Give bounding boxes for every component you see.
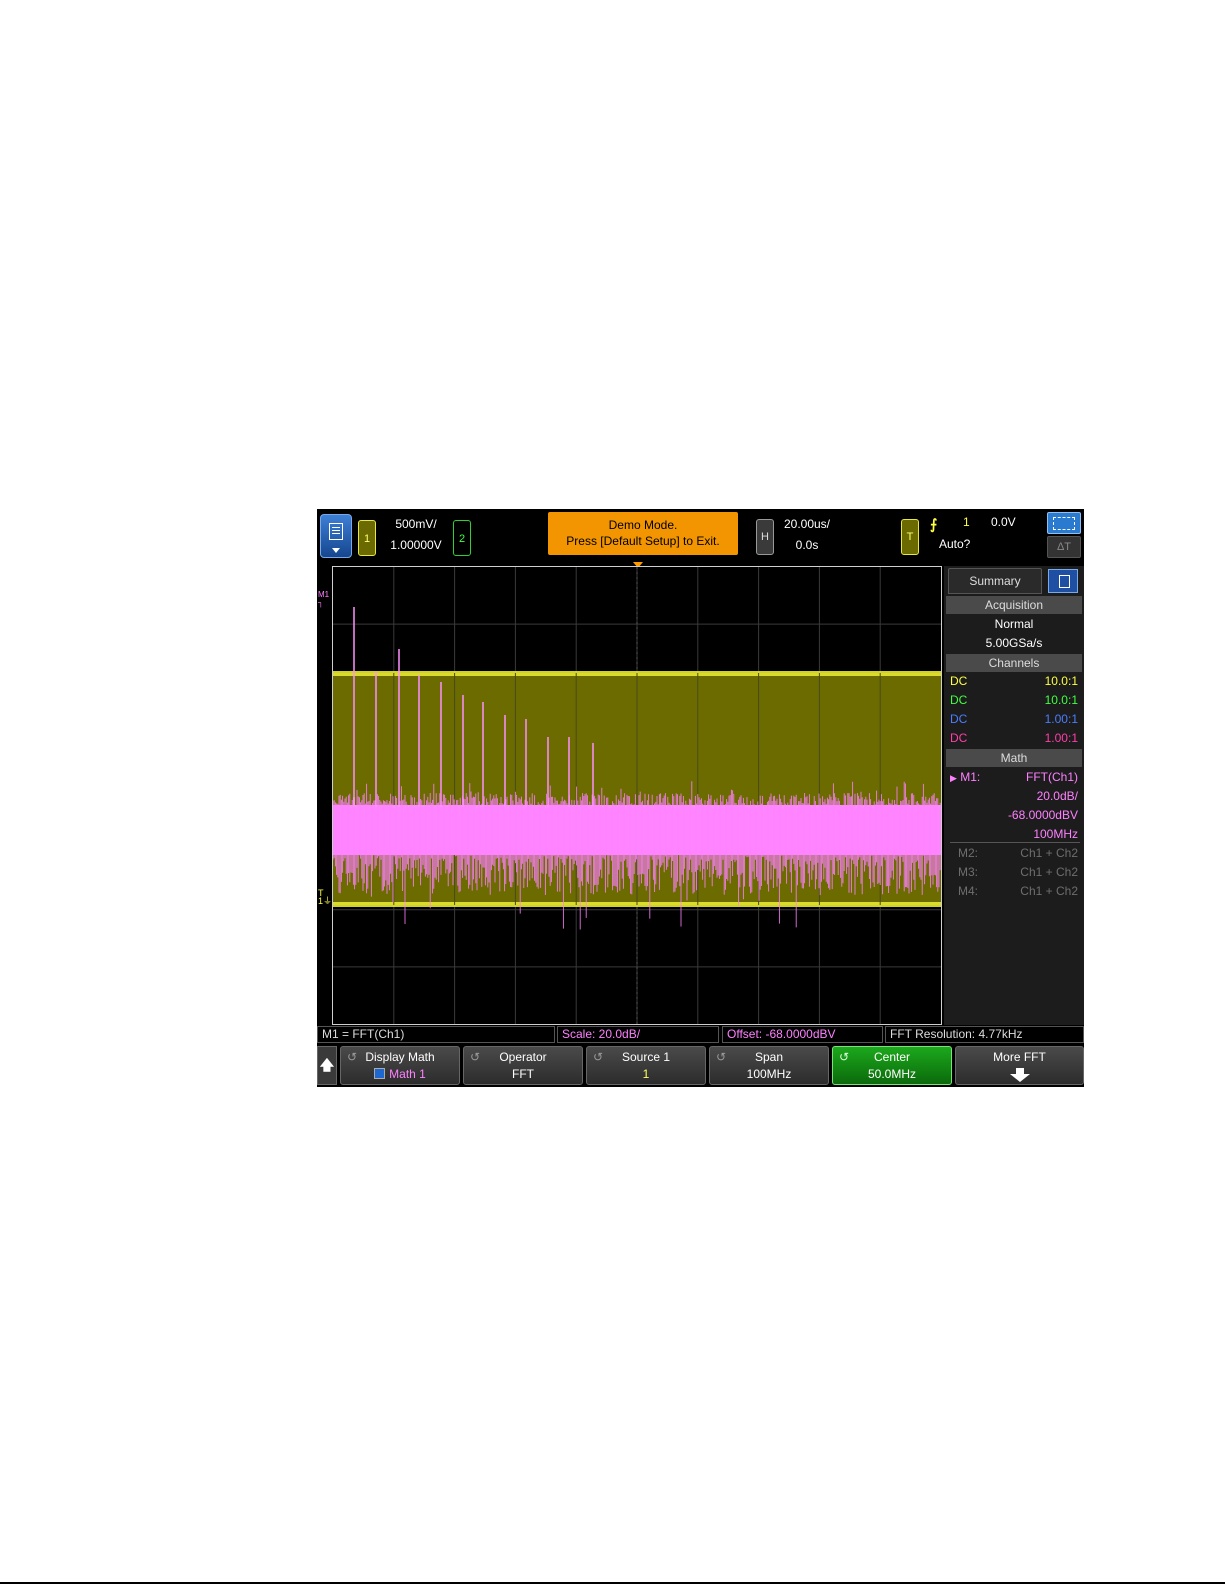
source-1-softkey[interactable]: ↺ Source 1 1 xyxy=(586,1046,706,1085)
menu-icon xyxy=(329,523,343,540)
channel-probe: 1.00:1 xyxy=(1044,712,1078,726)
softkey-value: Math 1 xyxy=(341,1066,459,1082)
demo-line-1: Demo Mode. xyxy=(608,518,678,532)
channel-coupling: DC xyxy=(950,693,968,707)
channel-coupling: DC xyxy=(950,674,968,688)
channel-probe: 10.0:1 xyxy=(1044,674,1078,688)
channel-2-badge[interactable]: 2 xyxy=(453,520,471,556)
zoom-select-icon[interactable] xyxy=(1047,512,1081,534)
softkey-label: Display Math xyxy=(365,1050,435,1064)
softkey-value: 100MHz xyxy=(746,1067,792,1081)
channel-coupling: DC xyxy=(950,731,968,745)
trigger-source: 1 xyxy=(963,515,970,529)
math-row-m1[interactable]: ▶ M1: FFT(Ch1) xyxy=(950,768,1078,787)
summary-panel: Summary Acquisition Normal 5.00GSa/s Cha… xyxy=(944,566,1084,1025)
channel-1-scale: 500mV/ xyxy=(395,517,437,531)
demo-mode-banner: Demo Mode. Press [Default Setup] to Exit… xyxy=(548,512,738,555)
sample-rate: 5.00GSa/s xyxy=(985,636,1043,650)
oscilloscope-screen: 1 500mV/ 1.00000V 2 Demo Mode. Press [De… xyxy=(317,509,1084,1087)
channel-probe: 10.0:1 xyxy=(1044,693,1078,707)
horizontal-badge[interactable]: H xyxy=(756,519,774,555)
m1-label: ▶ M1: xyxy=(950,770,981,784)
channel-row-2: DC 10.0:1 xyxy=(950,691,1078,710)
softkey-label: More FFT xyxy=(993,1050,1046,1064)
center-softkey[interactable]: ↺ Center 50.0MHz xyxy=(832,1046,952,1085)
back-button[interactable]: 🡅 xyxy=(317,1046,337,1085)
softkey-label: Operator xyxy=(499,1050,547,1064)
m2-function: Ch1 + Ch2 xyxy=(1020,846,1078,860)
m1-offset-row: -68.0000dBV xyxy=(950,806,1078,825)
more-fft-softkey[interactable]: More FFT xyxy=(955,1046,1084,1085)
waveform-plot xyxy=(333,567,941,1024)
channel-row-4: DC 1.00:1 xyxy=(950,729,1078,748)
ch1-ground-marker[interactable]: T 1⏚ xyxy=(318,889,332,906)
m3-label: M3: xyxy=(958,865,979,879)
channel-1-badge[interactable]: 1 xyxy=(358,520,376,556)
trigger-level: 0.0V xyxy=(991,515,1016,529)
channel-1-offset: 1.00000V xyxy=(390,538,442,552)
checkbox-icon[interactable] xyxy=(374,1068,386,1079)
demo-line-2: Press [Default Setup] to Exit. xyxy=(566,534,720,548)
trigger-badge[interactable]: T xyxy=(901,519,919,555)
m3-function: Ch1 + Ch2 xyxy=(1020,865,1078,879)
m1-function: FFT(Ch1) xyxy=(1026,770,1078,784)
math-scale-status: Scale: 20.0dB/ xyxy=(557,1026,719,1043)
math-offset-status: Offset: -68.0000dBV xyxy=(722,1026,883,1043)
softkey-label: Source 1 xyxy=(621,1050,671,1064)
channel-row-3: DC 1.00:1 xyxy=(950,710,1078,729)
operator-softkey[interactable]: ↺ Operator FFT xyxy=(463,1046,583,1085)
softkey-bar: 🡅 ↺ Display Math Math 1 ↺ Operator FFT ↺… xyxy=(317,1044,1084,1087)
softkey-value: 50.0MHz xyxy=(867,1067,917,1081)
math-header: Math xyxy=(946,749,1082,767)
page-bottom-rule xyxy=(0,1582,1225,1584)
channels-header: Channels xyxy=(946,654,1082,672)
chevron-down-icon xyxy=(332,548,340,553)
span-softkey[interactable]: ↺ Span 100MHz xyxy=(709,1046,829,1085)
down-arrow-icon xyxy=(1009,1068,1030,1082)
trigger-mode: Auto? xyxy=(939,537,971,551)
waveform-display[interactable] xyxy=(332,566,942,1025)
m4-function: Ch1 + Ch2 xyxy=(1020,884,1078,898)
softkey-label: Center xyxy=(873,1050,911,1064)
panel-menu-icon[interactable] xyxy=(1048,569,1078,593)
m4-label: M4: xyxy=(958,884,979,898)
m1-scale: 20.0dB/ xyxy=(1036,789,1078,803)
channel-probe: 1.00:1 xyxy=(1044,731,1078,745)
math-row-m4[interactable]: M4: Ch1 + Ch2 xyxy=(950,882,1078,901)
acquisition-header: Acquisition xyxy=(946,596,1082,614)
softkey-value: FFT xyxy=(512,1067,534,1081)
time-delay: 0.0s xyxy=(795,538,819,552)
tab-summary[interactable]: Summary xyxy=(948,568,1042,594)
acquisition-mode: Normal xyxy=(994,617,1034,631)
horizontal-settings[interactable]: 20.00us/ 0.0s xyxy=(777,514,837,556)
math-definition: M1 = FFT(Ch1) xyxy=(317,1026,555,1043)
m1-ground-marker[interactable]: M1 ┐ xyxy=(318,591,329,607)
softkey-label: Span xyxy=(754,1050,784,1064)
channel-1-settings[interactable]: 500mV/ 1.00000V xyxy=(381,514,451,556)
math-row-m3[interactable]: M3: Ch1 + Ch2 xyxy=(950,863,1078,882)
display-math-softkey[interactable]: ↺ Display Math Math 1 xyxy=(340,1046,460,1085)
divider xyxy=(950,842,1080,843)
main-menu-button[interactable] xyxy=(320,514,352,558)
channel-row-1: DC 10.0:1 xyxy=(950,672,1078,691)
up-arrow-icon: 🡅 xyxy=(319,1057,335,1073)
channel-coupling: DC xyxy=(950,712,968,726)
m2-label: M2: xyxy=(958,846,979,860)
softkey-value: 1 xyxy=(642,1067,650,1081)
m1-scale-row: 20.0dB/ xyxy=(950,787,1078,806)
delta-t-button[interactable]: ΔT xyxy=(1047,536,1081,558)
math-row-m2[interactable]: M2: Ch1 + Ch2 xyxy=(950,844,1078,863)
m1-offset: -68.0000dBV xyxy=(1007,808,1078,822)
top-status-bar: 1 500mV/ 1.00000V 2 Demo Mode. Press [De… xyxy=(317,509,1084,566)
rising-edge-icon: ⨍ xyxy=(930,516,938,532)
time-scale: 20.00us/ xyxy=(783,517,831,531)
fft-resolution-status: FFT Resolution: 4.77kHz xyxy=(885,1026,1084,1043)
